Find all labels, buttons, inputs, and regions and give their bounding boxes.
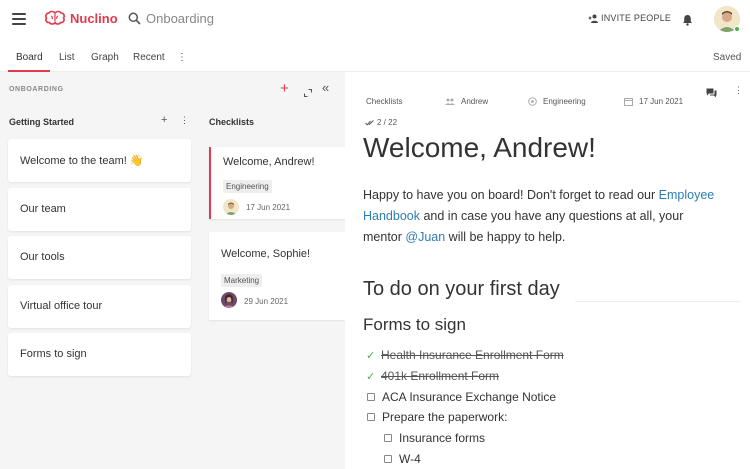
card-label: Welcome to the team! 👋 bbox=[20, 155, 144, 167]
notifications-bell-icon[interactable] bbox=[682, 13, 693, 31]
checklist-card-title: Welcome, Andrew! bbox=[223, 156, 315, 168]
section-divider bbox=[575, 301, 740, 302]
tabs-more-icon[interactable]: ⋮ bbox=[177, 52, 187, 63]
nuclino-logo[interactable]: Nuclino bbox=[44, 10, 118, 26]
view-tabs: Board List Graph Recent ⋮ Saved bbox=[0, 44, 750, 72]
checklist-card-tag: Marketing bbox=[221, 274, 263, 287]
intro-text-1: Happy to have you on board! Don't forget… bbox=[363, 188, 659, 202]
todo-text: ACA Insurance Exchange Notice bbox=[382, 390, 557, 404]
tab-list[interactable]: List bbox=[59, 52, 75, 63]
checklist-card-sophie[interactable]: Welcome, Sophie! Marketing 29 Jun 2021 bbox=[209, 232, 345, 320]
todo-item-nested: W-4 bbox=[384, 452, 421, 466]
invite-people-button[interactable]: INVITE PEOPLE bbox=[588, 13, 671, 23]
andrew-avatar bbox=[223, 199, 239, 215]
card-label: Our tools bbox=[20, 251, 65, 263]
sophie-avatar-photo-icon bbox=[221, 292, 237, 308]
andrew-avatar-photo-icon bbox=[223, 199, 239, 215]
todo-checkbox[interactable] bbox=[384, 455, 392, 463]
todo-checkbox[interactable] bbox=[367, 393, 375, 401]
expand-icon[interactable] bbox=[303, 84, 313, 102]
invite-people-label: INVITE PEOPLE bbox=[601, 13, 672, 23]
section-heading: To do on your first day bbox=[363, 278, 560, 300]
todo-item: ACA Insurance Exchange Notice bbox=[367, 390, 556, 404]
meta-collection[interactable]: Checklists bbox=[366, 97, 402, 106]
todo-checkbox[interactable] bbox=[367, 413, 375, 421]
tab-recent[interactable]: Recent bbox=[133, 52, 165, 63]
document-pane: Checklists Andrew Engineering 17 Jun 202… bbox=[345, 72, 750, 469]
tab-graph[interactable]: Graph bbox=[91, 52, 119, 63]
checklist-card-andrew[interactable]: Welcome, Andrew! Engineering 17 Jun 2021 bbox=[209, 147, 345, 219]
checked-checkmark-icon[interactable]: ✓ bbox=[366, 349, 376, 362]
checklist-progress: 2 / 22 bbox=[365, 118, 397, 127]
subsection-heading: Forms to sign bbox=[363, 315, 466, 334]
checklist-progress-label: 2 / 22 bbox=[377, 118, 398, 127]
card-our-tools[interactable]: Our tools bbox=[8, 236, 191, 279]
add-person-icon bbox=[588, 14, 598, 23]
calendar-icon bbox=[624, 98, 633, 106]
todo-text: W-4 bbox=[399, 452, 421, 466]
add-item-plus-icon[interactable]: + bbox=[280, 80, 289, 97]
card-label: Forms to sign bbox=[20, 348, 87, 360]
card-label: Our team bbox=[20, 203, 66, 215]
column-header-getting-started: Getting Started bbox=[9, 117, 75, 127]
people-icon bbox=[445, 98, 455, 105]
document-more-icon[interactable]: ⋮ bbox=[734, 85, 743, 96]
checked-checkmark-icon[interactable]: ✓ bbox=[366, 370, 376, 383]
board-title: ONBOARDING bbox=[9, 86, 64, 93]
todo-item: ✓ Health Insurance Enrollment Form bbox=[366, 348, 564, 362]
card-label: Virtual office tour bbox=[20, 300, 103, 312]
todo-text: Insurance forms bbox=[399, 431, 486, 445]
meta-team[interactable]: Engineering bbox=[528, 97, 586, 106]
card-forms-to-sign[interactable]: Forms to sign bbox=[8, 333, 191, 376]
tab-board[interactable]: Board bbox=[16, 52, 43, 63]
card-welcome-to-the-team[interactable]: Welcome to the team! 👋 bbox=[8, 139, 191, 182]
double-check-icon bbox=[365, 119, 374, 126]
search-input[interactable]: Onboarding bbox=[146, 11, 214, 26]
column-add-plus-icon[interactable]: + bbox=[161, 114, 167, 126]
app-name: Nuclino bbox=[70, 10, 118, 26]
brain-logo-icon bbox=[45, 10, 65, 25]
card-our-team[interactable]: Our team bbox=[8, 188, 191, 231]
sophie-avatar bbox=[221, 292, 237, 308]
meta-assignee[interactable]: Andrew bbox=[445, 97, 488, 106]
collapse-panel-icon[interactable]: « bbox=[322, 80, 329, 95]
meta-team-label: Engineering bbox=[543, 97, 586, 106]
todo-checkbox[interactable] bbox=[384, 434, 392, 442]
team-tag-icon bbox=[528, 97, 537, 106]
checklist-card-date: 17 Jun 2021 bbox=[246, 203, 291, 212]
intro-paragraph: Happy to have you on board! Don't forget… bbox=[363, 185, 723, 248]
meta-date[interactable]: 17 Jun 2021 bbox=[624, 97, 683, 106]
online-status-indicator bbox=[734, 26, 740, 32]
todo-text: Health Insurance Enrollment Form bbox=[381, 348, 564, 362]
todo-text: 401k Enrollment Form bbox=[381, 369, 500, 383]
document-title[interactable]: Welcome, Andrew! bbox=[363, 132, 596, 164]
todo-text: Prepare the paperwork: bbox=[382, 410, 508, 424]
checklist-card-title: Welcome, Sophie! bbox=[221, 248, 311, 260]
mentor-mention-link[interactable]: @Juan bbox=[405, 230, 445, 244]
meta-collection-label: Checklists bbox=[366, 97, 403, 106]
meta-assignee-label: Andrew bbox=[461, 97, 489, 106]
card-virtual-office-tour[interactable]: Virtual office tour bbox=[8, 285, 191, 328]
hamburger-menu-icon[interactable] bbox=[12, 13, 26, 25]
checklist-card-tag: Engineering bbox=[223, 180, 272, 193]
todo-item-nested: Insurance forms bbox=[384, 431, 485, 445]
board-panel: ONBOARDING + « Getting Started + ⋮ Check… bbox=[0, 72, 345, 469]
intro-text-3: will be happy to help. bbox=[445, 230, 566, 244]
checklist-card-date: 29 Jun 2021 bbox=[244, 297, 289, 306]
column-header-checklists: Checklists bbox=[209, 117, 255, 127]
top-bar: Nuclino Onboarding INVITE PEOPLE bbox=[0, 0, 750, 40]
todo-item: ✓ 401k Enrollment Form bbox=[366, 369, 499, 383]
search-bar[interactable]: Onboarding bbox=[128, 11, 214, 26]
todo-item: Prepare the paperwork: bbox=[367, 410, 507, 424]
save-status: Saved bbox=[713, 52, 742, 63]
column-more-icon[interactable]: ⋮ bbox=[180, 115, 189, 126]
search-icon bbox=[128, 12, 141, 25]
meta-date-label: 17 Jun 2021 bbox=[639, 97, 684, 106]
comments-icon[interactable] bbox=[706, 85, 717, 103]
